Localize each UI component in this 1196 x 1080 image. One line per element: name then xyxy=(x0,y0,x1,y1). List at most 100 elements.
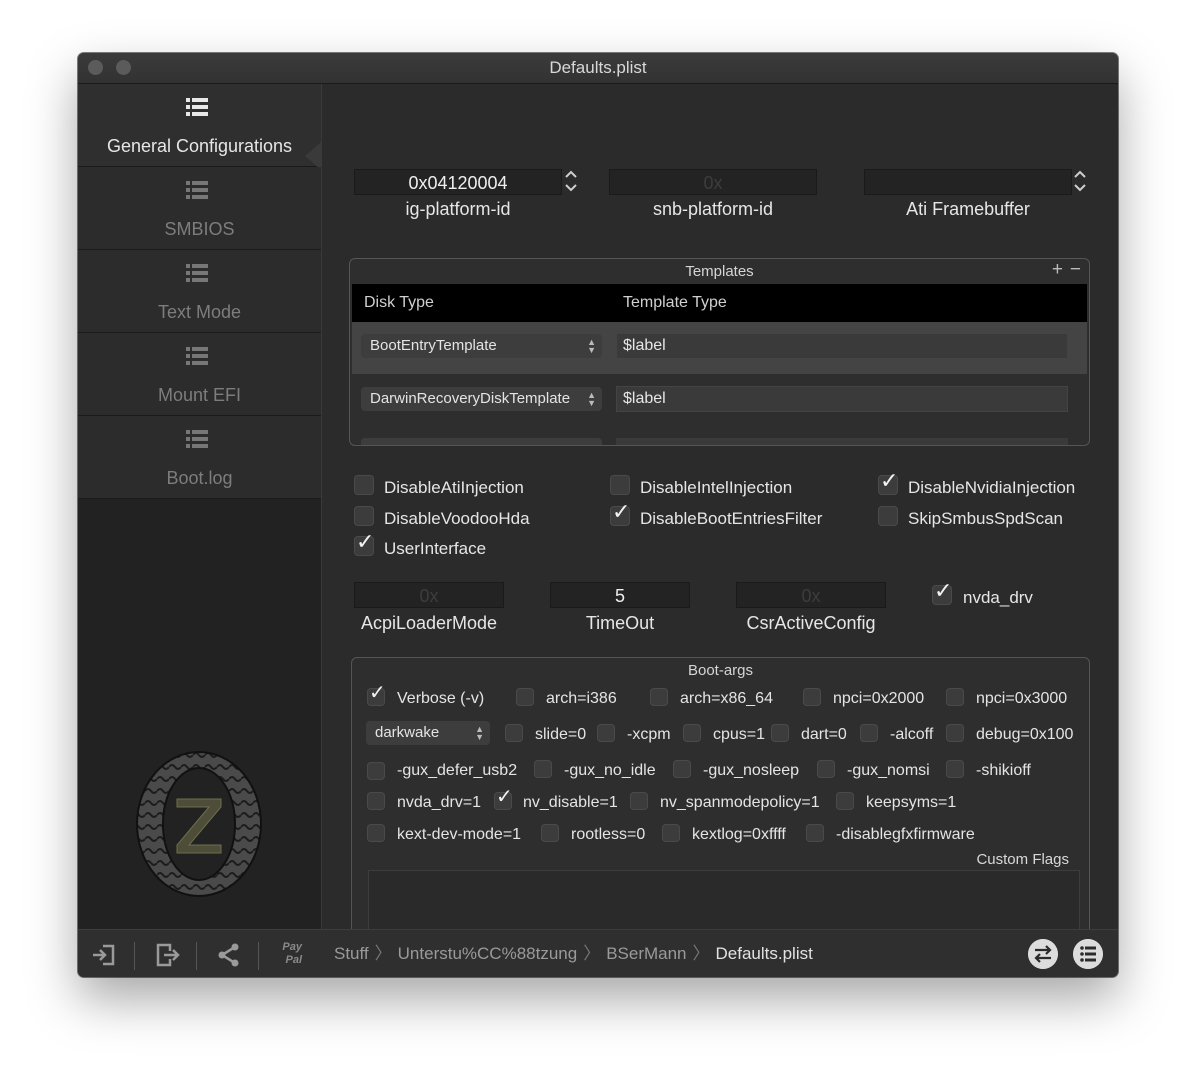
npci-0x2000-checkbox[interactable] xyxy=(803,688,821,706)
skip-smbus-spd-scan-checkbox[interactable] xyxy=(878,506,898,526)
darkwake-popup[interactable]: darkwake ▲ ▼ xyxy=(366,721,490,745)
nv-disable-1-checkbox[interactable]: ✓ xyxy=(494,786,513,810)
list-icon xyxy=(186,264,208,282)
breadcrumb-item[interactable]: Unterstu%CC%88tzung xyxy=(398,944,578,963)
cpus-1-checkbox[interactable] xyxy=(683,724,701,742)
boot-flag-label: -shikioff xyxy=(976,762,1031,779)
csr-active-config-field[interactable]: 0x xyxy=(736,582,886,608)
darkwake-value: darkwake xyxy=(375,724,440,741)
verbose-checkbox[interactable]: ✓ xyxy=(367,682,386,706)
nv-spanmodepolicy-1-checkbox[interactable] xyxy=(630,792,648,810)
app-window: Defaults.plist General Configurations SM… xyxy=(78,53,1118,977)
sidebar: General Configurations SMBIOS Text Mode … xyxy=(78,84,322,929)
rootless-0-checkbox[interactable] xyxy=(541,824,559,842)
option-label: DisableNvidiaInjection xyxy=(908,478,1076,497)
disk-type-popup[interactable]: BootEntryTemplate ▲ ▼ xyxy=(361,334,602,358)
user-interface-checkbox[interactable]: ✓ xyxy=(354,530,374,556)
table-row-partial xyxy=(616,438,1068,445)
table-row[interactable]: DarwinRecoveryDiskTemplate ▲ ▼ $label xyxy=(352,374,1087,426)
ig-platform-id-field[interactable]: 0x04120004 xyxy=(354,169,562,195)
sidebar-item-smbios[interactable]: SMBIOS xyxy=(78,167,321,250)
alcoff-checkbox[interactable] xyxy=(860,724,878,742)
ati-framebuffer-stepper[interactable] xyxy=(1073,168,1087,194)
boot-flag-label: cpus=1 xyxy=(713,726,766,743)
boot-flag-label: slide=0 xyxy=(535,726,587,743)
debug-0x100-checkbox[interactable] xyxy=(946,724,964,742)
npci-0x3000-checkbox[interactable] xyxy=(946,688,964,706)
breadcrumb-item[interactable]: Stuff xyxy=(334,944,369,963)
boot-flag-label: -gux_defer_usb2 xyxy=(397,762,518,779)
ig-platform-id-stepper[interactable] xyxy=(564,168,578,194)
column-header-disk-type[interactable]: Disk Type xyxy=(364,284,434,322)
arch-i386-checkbox[interactable] xyxy=(516,688,534,706)
option-label: UserInterface xyxy=(384,539,487,558)
sidebar-item-boot-log[interactable]: Boot.log xyxy=(78,416,321,499)
snb-platform-id-field[interactable]: 0x xyxy=(609,169,817,195)
sidebar-item-label: SMBIOS xyxy=(164,219,235,239)
paypal-button[interactable]: Pay Pal xyxy=(276,941,302,967)
active-indicator xyxy=(305,142,321,170)
dart-0-checkbox[interactable] xyxy=(771,724,789,742)
popup-arrows-icon: ▲ ▼ xyxy=(587,337,596,355)
arch-x86-64-checkbox[interactable] xyxy=(650,688,668,706)
xcpm-checkbox[interactable] xyxy=(597,724,615,742)
sidebar-item-text-mode[interactable]: Text Mode xyxy=(78,250,321,333)
acpi-loader-mode-field[interactable]: 0x xyxy=(354,582,504,608)
list-icon xyxy=(186,347,208,365)
disk-type-popup[interactable]: DarwinRecoveryDiskTemplate ▲ ▼ xyxy=(361,387,602,411)
export-icon[interactable] xyxy=(154,942,180,968)
sidebar-item-mount-efi[interactable]: Mount EFI xyxy=(78,333,321,416)
share-icon[interactable] xyxy=(216,942,242,968)
shikioff-checkbox[interactable] xyxy=(946,760,964,778)
boot-flag-label: -alcoff xyxy=(890,726,934,743)
checkmark-icon: ✓ xyxy=(356,529,375,554)
add-template-button[interactable]: + xyxy=(1052,259,1063,281)
gux-no-idle-checkbox[interactable] xyxy=(534,760,552,778)
remove-template-button[interactable]: − xyxy=(1070,259,1081,281)
disable-boot-entries-filter-checkbox[interactable]: ✓ xyxy=(610,500,630,526)
breadcrumb-item[interactable]: BSerMann xyxy=(606,944,686,963)
gux-defer-usb2-checkbox[interactable] xyxy=(367,762,385,780)
disablegfxfirmware-checkbox[interactable] xyxy=(806,824,824,842)
template-type-field[interactable]: $label xyxy=(616,333,1068,359)
sidebar-item-general-configurations[interactable]: General Configurations xyxy=(78,84,321,167)
boot-flag-label: -disablegfxfirmware xyxy=(836,826,975,843)
nvda-drv-1-checkbox[interactable] xyxy=(367,792,385,810)
import-icon[interactable] xyxy=(91,942,117,968)
templates-group: Templates + − Disk Type Template Type Bo… xyxy=(349,258,1090,446)
list-menu-icon[interactable] xyxy=(1073,939,1103,969)
gux-nomsi-checkbox[interactable] xyxy=(817,760,835,778)
boot-flag-label: -gux_no_idle xyxy=(564,762,656,779)
kext-dev-mode-1-checkbox[interactable] xyxy=(367,824,385,842)
nvda-drv-label: nvda_drv xyxy=(963,588,1033,607)
boot-flag-label: -gux_nomsi xyxy=(847,762,930,779)
app-logo xyxy=(136,751,262,897)
kextlog-0xffff-checkbox[interactable] xyxy=(662,824,680,842)
popup-arrows-icon: ▲ ▼ xyxy=(475,724,484,742)
table-row[interactable]: BootEntryTemplate ▲ ▼ $label xyxy=(352,322,1087,374)
disable-voodoo-hda-checkbox[interactable] xyxy=(354,506,374,526)
template-type-field[interactable]: $label xyxy=(616,386,1068,412)
swap-icon[interactable] xyxy=(1028,939,1058,969)
templates-title: Templates xyxy=(685,263,754,280)
keepsyms-1-checkbox[interactable] xyxy=(836,792,854,810)
boot-flag-label: npci=0x2000 xyxy=(833,690,925,707)
disable-intel-injection-checkbox[interactable] xyxy=(610,475,630,495)
nvda-drv-checkbox[interactable]: ✓ xyxy=(932,579,952,605)
gux-nosleep-checkbox[interactable] xyxy=(673,760,691,778)
snb-platform-id-label: snb-platform-id xyxy=(652,199,774,219)
chevron-right-icon: 〉 xyxy=(692,944,710,963)
breadcrumb-item[interactable]: Defaults.plist xyxy=(716,944,813,963)
ati-framebuffer-field[interactable] xyxy=(864,169,1072,195)
boot-flag-label: rootless=0 xyxy=(571,826,646,843)
disable-ati-injection-checkbox[interactable] xyxy=(354,475,374,495)
slide-0-checkbox[interactable] xyxy=(505,724,523,742)
sidebar-item-label: Mount EFI xyxy=(157,385,242,405)
bottom-bar: Pay Pal Stuff 〉 Unterstu%CC%88tzung 〉 BSerMa… xyxy=(78,929,1118,977)
title-bar: Defaults.plist xyxy=(78,53,1118,84)
boot-flag-label: nv_spanmodepolicy=1 xyxy=(660,794,820,811)
disable-nvidia-injection-checkbox[interactable]: ✓ xyxy=(878,469,898,495)
option-label: SkipSmbusSpdScan xyxy=(908,509,1063,528)
timeout-field[interactable]: 5 xyxy=(550,582,690,608)
column-header-template-type[interactable]: Template Type xyxy=(623,284,727,322)
